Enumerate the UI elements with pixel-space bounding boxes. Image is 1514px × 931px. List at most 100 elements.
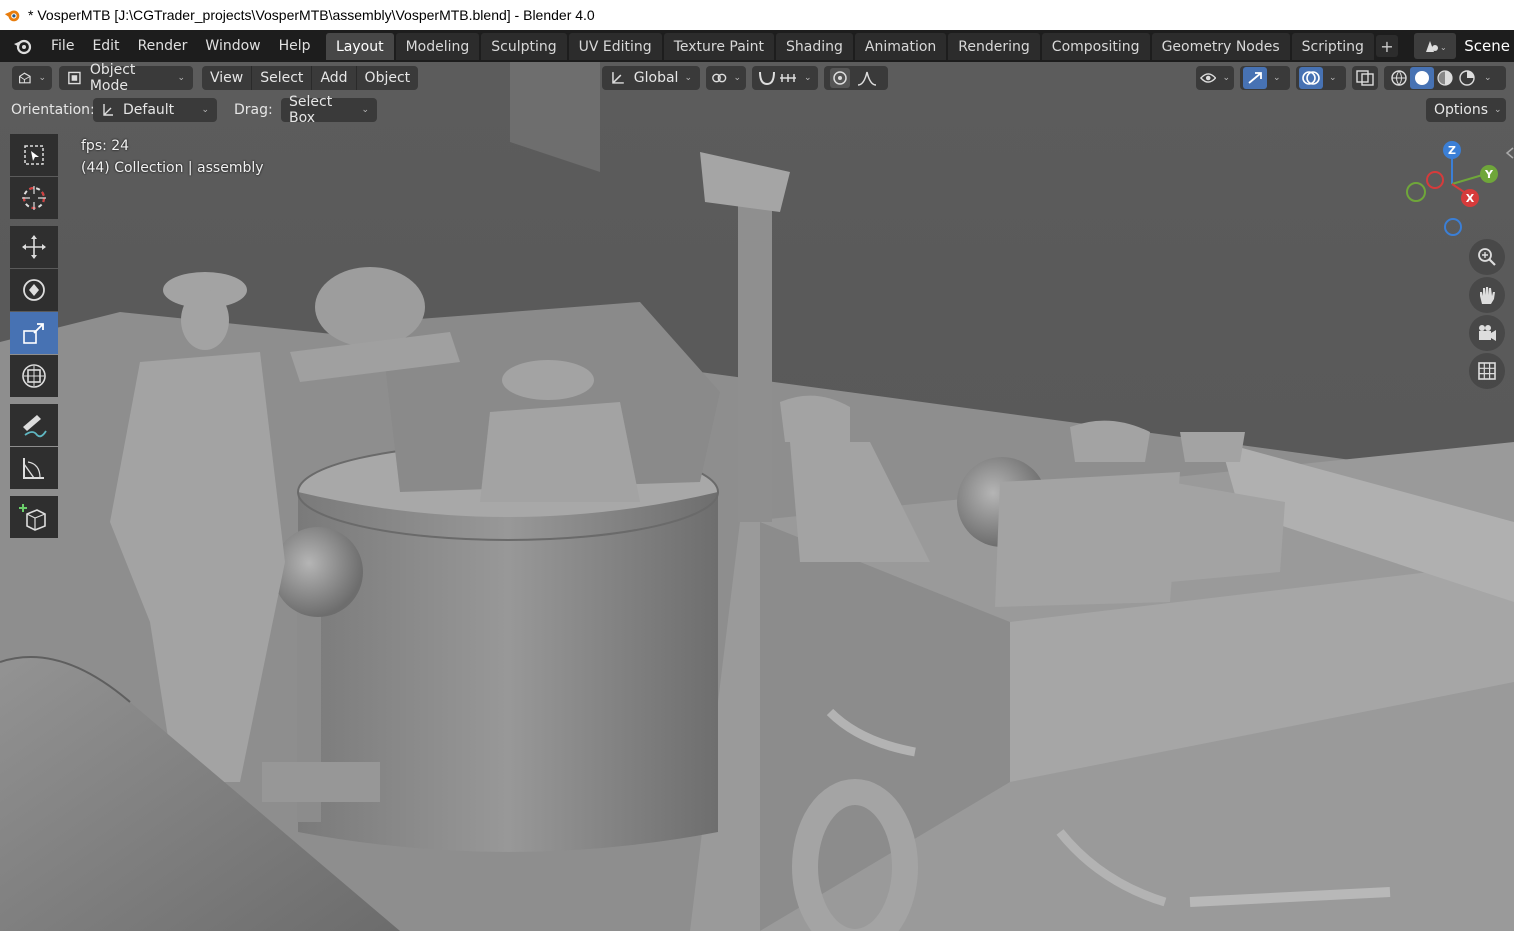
solid-shading-icon[interactable] (1410, 67, 1434, 89)
annotate-tool[interactable] (10, 404, 58, 446)
camera-icon (1479, 325, 1496, 341)
falloff-curve-icon[interactable] (856, 69, 878, 87)
scene-name: Scene (1460, 37, 1514, 55)
transform-icon (22, 364, 46, 388)
measure-tool[interactable] (10, 447, 58, 489)
rendered-shading-icon[interactable] (1456, 68, 1478, 88)
cursor-icon (22, 186, 46, 210)
grid-icon (1478, 362, 1496, 380)
top-bar: File Edit Render Window Help Layout Mode… (0, 30, 1514, 62)
rotate-tool[interactable] (10, 269, 58, 311)
pivot-point-dropdown[interactable]: ⌄ (706, 66, 746, 90)
blender-menu-icon[interactable] (10, 33, 36, 59)
add-workspace-button[interactable]: + (1375, 35, 1398, 57)
orientation-dropdown[interactable]: Default ⌄ (93, 98, 217, 122)
neg-y-axis-handle[interactable] (1406, 182, 1426, 202)
tool-settings-bar: Orientation: Default ⌄ Drag: Select Box … (0, 94, 1514, 126)
tab-animation[interactable]: Animation (854, 33, 947, 60)
tab-layout[interactable]: Layout (326, 33, 394, 60)
tab-sculpting[interactable]: Sculpting (481, 33, 567, 60)
eye-icon (1200, 73, 1217, 83)
object-mode-icon (68, 71, 81, 85)
neg-x-axis-handle[interactable] (1426, 171, 1444, 189)
viewport-header: ⌄ Object Mode ⌄ View Select Add Object G… (0, 62, 1514, 94)
pan-button[interactable] (1469, 277, 1505, 313)
scene-icon[interactable]: ⌄ (1414, 33, 1457, 59)
xray-toggle[interactable] (1352, 66, 1378, 90)
move-tool[interactable] (10, 226, 58, 268)
proportional-editing-icon[interactable] (830, 68, 850, 88)
collection-readout: (44) Collection | assembly (81, 160, 264, 176)
ortho-toggle-button[interactable] (1469, 353, 1505, 389)
object-mode-label: Object Mode (89, 62, 136, 94)
window-titlebar: * VosperMTB [J:\CGTrader_projects\Vosper… (0, 0, 1514, 30)
camera-view-button[interactable] (1469, 315, 1505, 351)
measure-ruler-icon (23, 458, 44, 479)
drag-label: Drag: (234, 102, 273, 118)
menu-window[interactable]: Window (196, 34, 269, 58)
material-preview-icon[interactable] (1434, 68, 1456, 88)
gizmo-toggle-group[interactable]: ⌄ (1240, 66, 1290, 90)
menu-help[interactable]: Help (270, 34, 320, 58)
annotate-pencil-icon (23, 415, 47, 438)
pivot-point-icon (712, 73, 727, 83)
orientation-axes-icon (612, 72, 624, 84)
overlays-icon[interactable] (1299, 67, 1323, 89)
options-dropdown[interactable]: Options ⌄ (1426, 98, 1506, 122)
menu-object[interactable]: Object (357, 66, 419, 90)
menu-add[interactable]: Add (312, 66, 357, 90)
snap-increment-icon[interactable] (778, 69, 798, 87)
shading-mode-group[interactable]: ⌄ (1384, 66, 1506, 90)
tab-shading[interactable]: Shading (776, 33, 853, 60)
orientation-label: Orientation: (11, 102, 95, 118)
gizmo-icon[interactable] (1243, 67, 1267, 89)
x-axis-label: X (1466, 192, 1475, 205)
y-axis-label: Y (1484, 168, 1494, 181)
add-cube-tool[interactable] (10, 496, 58, 538)
scene-selector[interactable]: ⌄ Scene (1414, 33, 1514, 59)
menu-render[interactable]: Render (129, 34, 197, 58)
drag-value: Select Box (289, 94, 333, 126)
select-box-tool[interactable] (10, 134, 58, 176)
neg-z-axis-handle[interactable] (1444, 218, 1462, 236)
rotate-icon (23, 279, 45, 301)
tab-scripting[interactable]: Scripting (1291, 33, 1374, 60)
drag-dropdown[interactable]: Select Box ⌄ (281, 94, 377, 126)
menu-edit[interactable]: Edit (83, 34, 128, 58)
object-mode-dropdown[interactable]: Object Mode ⌄ (59, 62, 193, 94)
proportional-editing-group[interactable] (824, 66, 888, 90)
tab-texture-paint[interactable]: Texture Paint (663, 33, 775, 60)
tab-rendering[interactable]: Rendering (948, 33, 1040, 60)
transform-orientation-dropdown[interactable]: Global ⌄ (602, 66, 700, 90)
z-axis-label: Z (1448, 144, 1456, 157)
menu-file[interactable]: File (42, 34, 83, 58)
3d-viewport[interactable]: ⌄ Object Mode ⌄ View Select Add Object G… (0, 62, 1514, 931)
menu-view[interactable]: View (202, 66, 253, 90)
navigation-gizmo[interactable]: Z Y X (1398, 134, 1508, 240)
orientation-value: Default (123, 102, 175, 118)
scale-tool[interactable] (10, 312, 58, 354)
cursor-tool[interactable] (10, 177, 58, 219)
tab-modeling[interactable]: Modeling (395, 33, 480, 60)
tab-geometry-nodes[interactable]: Geometry Nodes (1151, 33, 1290, 60)
visibility-dropdown[interactable]: ⌄ (1196, 66, 1234, 90)
svg-text:⌄: ⌄ (1440, 43, 1447, 52)
tab-compositing[interactable]: Compositing (1041, 33, 1150, 60)
orientation-icon (103, 104, 113, 116)
options-label: Options (1434, 102, 1489, 118)
viewport-menus: View Select Add Object (202, 66, 419, 90)
menu-select[interactable]: Select (252, 66, 313, 90)
transform-tool[interactable] (10, 355, 58, 397)
tab-uv-editing[interactable]: UV Editing (568, 33, 662, 60)
sidebar-toggle-icon[interactable] (1504, 146, 1514, 160)
transform-orientation-label: Global (633, 70, 679, 86)
toolbar (10, 134, 60, 539)
overlays-toggle-group[interactable]: ⌄ (1296, 66, 1346, 90)
editor-type-button[interactable]: ⌄ (12, 66, 52, 90)
scene-render (0, 62, 1514, 931)
snap-magnet-icon[interactable] (756, 69, 778, 87)
fps-readout: fps: 24 (81, 138, 130, 154)
zoom-button[interactable] (1469, 239, 1505, 275)
wireframe-shading-icon[interactable] (1388, 68, 1410, 88)
snapping-group[interactable]: ⌄ (752, 66, 818, 90)
